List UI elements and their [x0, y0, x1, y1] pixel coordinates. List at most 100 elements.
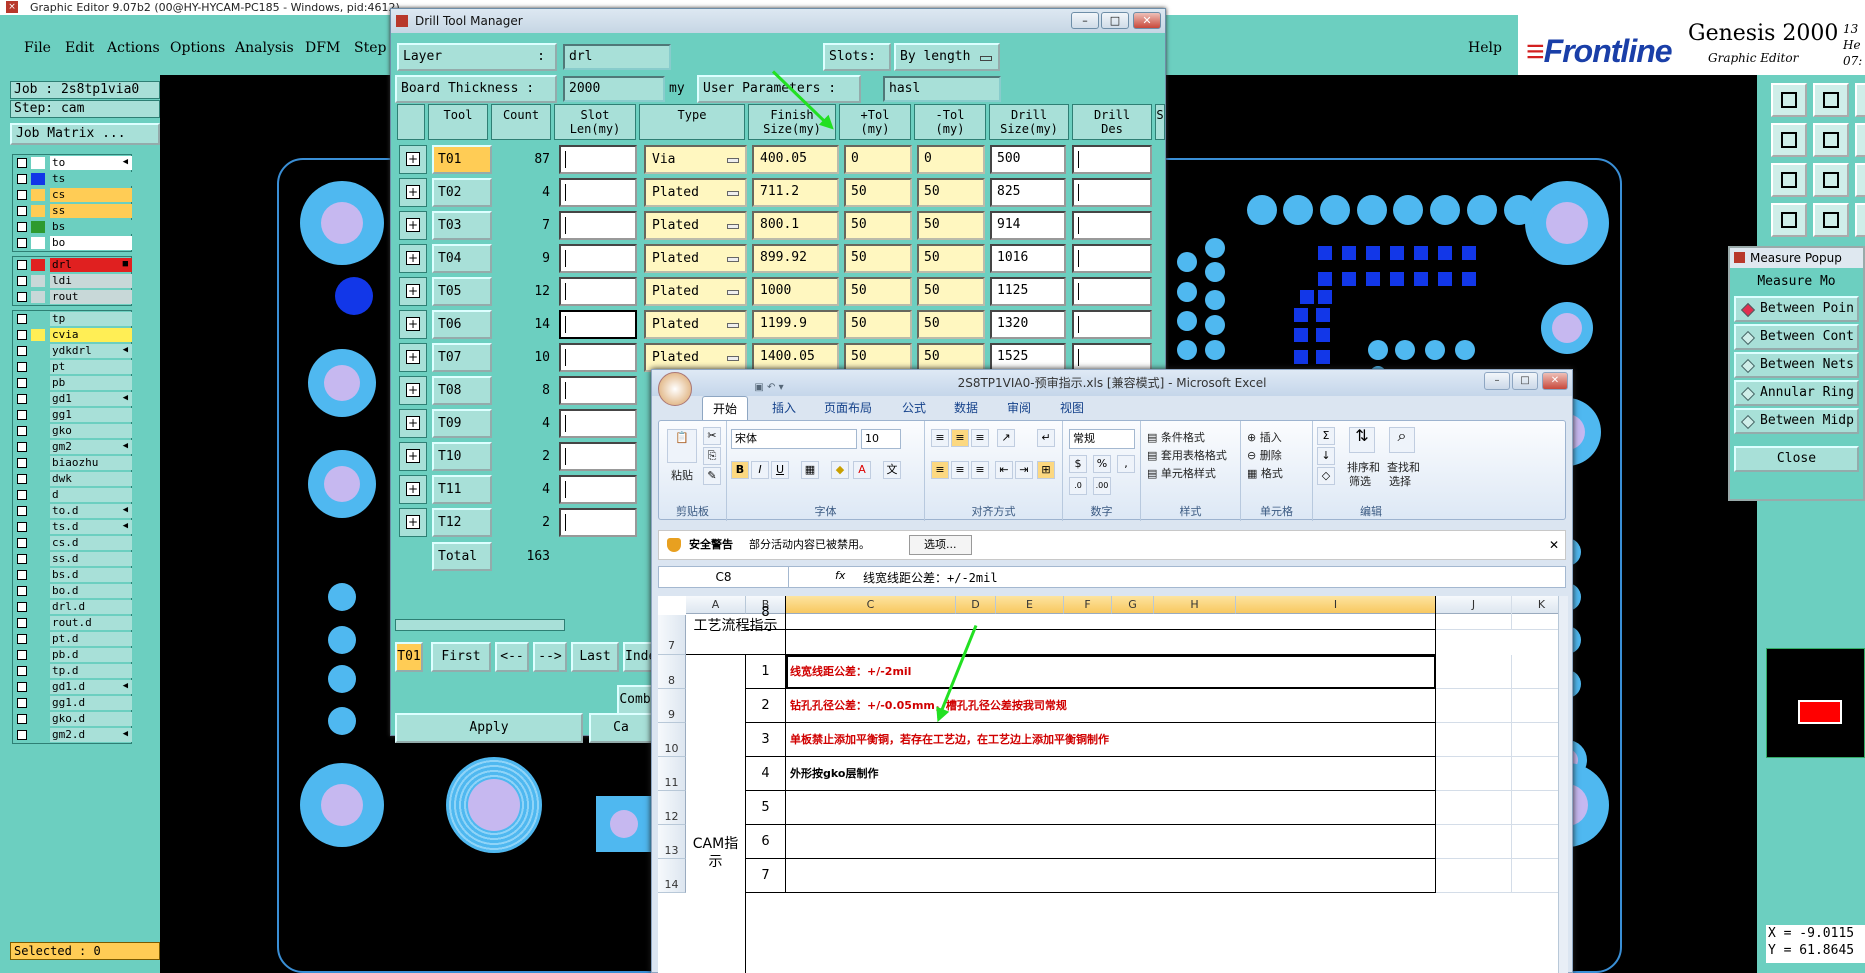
- layer-checkbox[interactable]: [17, 394, 27, 404]
- expand-row-icon[interactable]: +: [399, 145, 427, 174]
- layer-row-to-d[interactable]: to.d ◀: [13, 503, 132, 519]
- snap-tool[interactable]: [1771, 203, 1807, 237]
- minus-tol-input[interactable]: 50: [917, 343, 985, 372]
- slots-select[interactable]: By length: [894, 43, 1000, 71]
- tool-name-button[interactable]: T11: [432, 475, 492, 504]
- instruction-cell[interactable]: 线宽线距公差：+/-2mil: [786, 655, 1436, 689]
- highlight-tool[interactable]: [1855, 203, 1865, 237]
- excel-maximize-button[interactable]: □: [1512, 372, 1538, 390]
- layer-row-ts-d[interactable]: ts.d ◀: [13, 519, 132, 535]
- layer-row-pt-d[interactable]: pt.d: [13, 631, 132, 647]
- merge-center-icon[interactable]: ⊞: [1037, 461, 1055, 479]
- empty-cell[interactable]: [1436, 859, 1512, 893]
- menu-file[interactable]: File: [24, 40, 51, 56]
- name-box[interactable]: C8: [659, 567, 789, 587]
- layer-checkbox[interactable]: [17, 260, 27, 270]
- clear-icon[interactable]: ◇: [1317, 467, 1335, 485]
- excel-close-button[interactable]: ✕: [1542, 372, 1568, 390]
- instruction-cell[interactable]: [786, 825, 1436, 859]
- dtm-hscroll[interactable]: [395, 619, 565, 631]
- minus-tol-input[interactable]: 50: [917, 211, 985, 240]
- row-header-14[interactable]: 14: [658, 859, 686, 893]
- layer-row-ss[interactable]: ss: [13, 203, 132, 219]
- slot-length-input[interactable]: [559, 178, 637, 207]
- minus-tol-input[interactable]: 50: [917, 178, 985, 207]
- layer-row-bo[interactable]: bo: [13, 235, 132, 251]
- tool-name-button[interactable]: T10: [432, 442, 492, 471]
- slot-length-input[interactable]: [559, 343, 637, 372]
- tab-review[interactable]: 审阅: [1007, 399, 1031, 416]
- tab-formulas[interactable]: 公式: [902, 399, 926, 416]
- align-right-icon[interactable]: ≡: [971, 461, 989, 479]
- tool-name-button[interactable]: T08: [432, 376, 492, 405]
- drill-size-input[interactable]: 914: [990, 211, 1066, 240]
- align-bottom-icon[interactable]: ≡: [971, 429, 989, 447]
- layer-row-gko-d[interactable]: gko.d: [13, 711, 132, 727]
- layer-checkbox[interactable]: [17, 506, 27, 516]
- layer-row-rout[interactable]: rout: [13, 289, 132, 305]
- layer-input[interactable]: drl: [563, 44, 671, 70]
- currency-icon[interactable]: $: [1069, 455, 1087, 473]
- align-left-icon[interactable]: ≡: [931, 461, 949, 479]
- minus-tol-input[interactable]: 0: [917, 145, 985, 174]
- layer-checkbox[interactable]: [17, 314, 27, 324]
- layer-checkbox[interactable]: [17, 490, 27, 500]
- cam-instruction-label[interactable]: CAM指示: [686, 655, 746, 973]
- orientation-icon[interactable]: ↗: [997, 429, 1015, 447]
- layer-checkbox[interactable]: [17, 222, 27, 232]
- redraw-tool[interactable]: [1855, 163, 1865, 197]
- layer-row-tp-d[interactable]: tp.d: [13, 663, 132, 679]
- layer-row-drl[interactable]: drl ■: [13, 257, 132, 273]
- layer-row-pb-d[interactable]: pb.d: [13, 647, 132, 663]
- instruction-cell[interactable]: 单板禁止添加平衡铜，若存在工艺边，在工艺边上添加平衡铜制作: [786, 723, 1436, 757]
- drill-size-input[interactable]: 500: [990, 145, 1066, 174]
- expand-row-icon[interactable]: +: [399, 409, 427, 438]
- paste-button[interactable]: 粘贴: [671, 467, 693, 483]
- drill-size-input[interactable]: 1320: [990, 310, 1066, 339]
- empty-cell[interactable]: [1512, 825, 1558, 859]
- zoom-home-tool[interactable]: [1771, 83, 1807, 117]
- layer-checkbox[interactable]: [17, 682, 27, 692]
- cancel-button[interactable]: Ca: [589, 713, 653, 743]
- layer-row-bs[interactable]: bs: [13, 219, 132, 235]
- item-number[interactable]: 8: [746, 596, 786, 630]
- empty-cell[interactable]: [1436, 596, 1512, 630]
- finish-size-input[interactable]: 1000: [752, 277, 839, 306]
- slot-length-input[interactable]: [559, 310, 637, 339]
- expand-row-icon[interactable]: +: [399, 310, 427, 339]
- layer-row-pb[interactable]: pb: [13, 375, 132, 391]
- plus-tol-input[interactable]: 0: [844, 145, 912, 174]
- item-number[interactable]: 4: [746, 757, 786, 791]
- minus-tol-input[interactable]: 50: [917, 277, 985, 306]
- empty-cell[interactable]: [1512, 723, 1558, 757]
- layer-row-gg1[interactable]: gg1: [13, 407, 132, 423]
- item-number[interactable]: 5: [746, 791, 786, 825]
- layer-checkbox[interactable]: [17, 458, 27, 468]
- row-header-13[interactable]: 13: [658, 825, 686, 859]
- zoom-in-tool[interactable]: [1813, 83, 1849, 117]
- tool-type-select[interactable]: Plated: [644, 211, 747, 240]
- layer-row-gm2-d[interactable]: gm2.d ◀: [13, 727, 132, 743]
- phonetic-icon[interactable]: 文: [883, 461, 901, 479]
- instruction-cell[interactable]: [786, 596, 1436, 630]
- layer-row-pt[interactable]: pt: [13, 359, 132, 375]
- layer-checkbox[interactable]: [17, 190, 27, 200]
- tab-insert[interactable]: 插入: [772, 399, 796, 416]
- layer-checkbox[interactable]: [17, 538, 27, 548]
- row-header-12[interactable]: 12: [658, 791, 686, 825]
- layer-row-cvia[interactable]: cvia: [13, 327, 132, 343]
- instruction-cell[interactable]: [786, 859, 1436, 893]
- finish-size-input[interactable]: 400.05: [752, 145, 839, 174]
- fill-color-icon[interactable]: ◆: [831, 461, 849, 479]
- drill-size-input[interactable]: 1525: [990, 343, 1066, 372]
- slot-length-input[interactable]: [559, 244, 637, 273]
- layer-row-bs-d[interactable]: bs.d: [13, 567, 132, 583]
- tab-view[interactable]: 视图: [1060, 399, 1084, 416]
- layer-checkbox[interactable]: [17, 602, 27, 612]
- layer-checkbox[interactable]: [17, 714, 27, 724]
- layer-checkbox[interactable]: [17, 570, 27, 580]
- row-header-10[interactable]: 10: [658, 723, 686, 757]
- layer-checkbox[interactable]: [17, 586, 27, 596]
- slot-length-input[interactable]: [559, 277, 637, 306]
- slot-length-input[interactable]: [559, 145, 637, 174]
